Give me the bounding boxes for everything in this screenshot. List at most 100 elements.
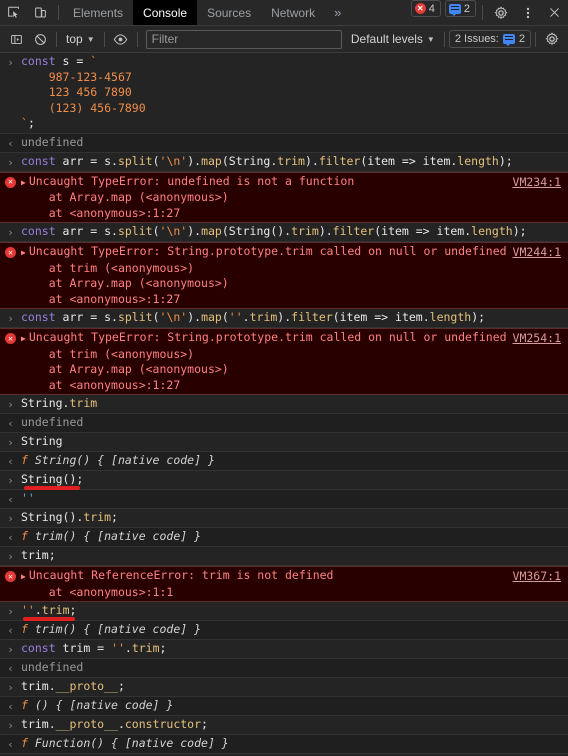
filterbar-divider-1 — [56, 31, 57, 47]
token-plain: ( — [221, 310, 229, 324]
console-row-error[interactable]: ✕ ▶ Uncaught ReferenceError: trim is not d… — [0, 566, 568, 602]
clear-console-icon[interactable] — [28, 28, 52, 50]
source-location-link[interactable]: VM367:1 — [513, 569, 561, 585]
console-row-input[interactable]: › const arr = s.split('\n').map(String.tr… — [0, 152, 568, 172]
token-fn: trim — [41, 603, 70, 617]
console-row-error[interactable]: ✕ ▶ Uncaught TypeError: undefined is not a… — [0, 171, 568, 223]
result-text: undefined — [21, 135, 568, 151]
console-row-input[interactable]: › String.trim — [0, 395, 568, 414]
expand-triangle-icon[interactable]: ▶ — [21, 334, 26, 343]
console-row-output[interactable]: ‹ f () { [native code] } — [0, 697, 568, 716]
console-row-input[interactable]: › ''.trim; — [0, 602, 568, 621]
prompt-arrow-glyph: › — [7, 643, 14, 656]
token-fital: f — [21, 622, 35, 636]
inspect-element-icon[interactable] — [0, 0, 27, 25]
message-count-badge[interactable]: 2 — [444, 0, 476, 17]
token-nativefn: () { [native code] } — [34, 698, 174, 712]
panel-tabs: Elements Console Sources Network — [63, 0, 325, 25]
token-plain: String(); — [21, 472, 84, 486]
source-location-link[interactable]: VM234:1 — [513, 175, 561, 191]
token-plain: ; — [159, 641, 167, 655]
token-plain: String — [21, 434, 63, 448]
filterbar-divider-3 — [136, 31, 138, 47]
error-message-text: ▶ Uncaught TypeError: String.prototype.tr… — [21, 330, 507, 392]
console-row-input[interactable]: › const trim = ''.trim; — [0, 640, 568, 659]
token-fn: filter — [332, 224, 375, 238]
expand-triangle-icon[interactable]: ▶ — [21, 178, 26, 187]
expand-triangle-icon[interactable]: ▶ — [21, 248, 26, 257]
result-text: f trim() { [native code] } — [21, 622, 568, 638]
token-str: '' — [21, 603, 35, 617]
tab-network[interactable]: Network — [261, 0, 325, 25]
prompt-arrow-glyph: › — [7, 605, 14, 618]
console-row-output[interactable]: ‹ f trim() { [native code] } — [0, 621, 568, 640]
console-row-output[interactable]: ‹ undefined — [0, 414, 568, 433]
output-arrow-icon: ‹ — [0, 135, 21, 151]
console-row-input[interactable]: › trim.__proto__.constructor; — [0, 716, 568, 735]
kebab-menu-icon[interactable] — [514, 0, 541, 25]
live-expression-icon[interactable] — [109, 28, 133, 50]
token-fn: length — [429, 310, 472, 324]
console-row-input[interactable]: › trim; — [0, 547, 568, 566]
token-fn: length — [457, 153, 499, 168]
token-fn: split — [117, 224, 153, 238]
console-row-input[interactable]: › String — [0, 433, 568, 452]
tab-console[interactable]: Console — [133, 0, 198, 25]
tabbar-spacer — [350, 0, 408, 25]
token-plain: . — [34, 603, 42, 617]
tab-elements[interactable]: Elements — [63, 0, 133, 25]
input-prompt-icon: › — [0, 472, 21, 488]
input-prompt-icon: › — [0, 548, 21, 564]
error-count-badge[interactable]: ✕ 4 — [410, 0, 441, 17]
token-str: '' — [111, 641, 125, 655]
console-row-input[interactable]: › const arr = s.split('\n').map(''.trim).… — [0, 309, 568, 328]
source-location-link[interactable]: VM244:1 — [513, 245, 561, 261]
console-row-output[interactable]: ‹ undefined — [0, 133, 568, 153]
console-row-input[interactable]: › String(); — [0, 471, 568, 490]
log-levels-selector[interactable]: Default levels ▼ — [346, 32, 440, 46]
console-sidebar-icon[interactable] — [4, 28, 28, 50]
execution-context-selector[interactable]: top ▼ — [61, 29, 100, 49]
filter-input[interactable] — [145, 29, 342, 49]
token-fital: f — [21, 736, 35, 750]
filterbar-divider-5 — [535, 31, 536, 47]
source-location-link[interactable]: VM254:1 — [513, 331, 561, 347]
token-plain: . — [117, 717, 125, 731]
console-row-output[interactable]: ‹ f trim() { [native code] } — [0, 528, 568, 547]
log-levels-label: Default levels — [350, 32, 423, 46]
console-row-error[interactable]: ✕ ▶ Uncaught TypeError: String.prototype.t… — [0, 242, 568, 309]
tab-sources[interactable]: Sources — [197, 0, 261, 25]
console-row-input[interactable]: › const s = ` 987-123-4567 123 456 7890 (… — [0, 53, 568, 134]
console-row-output[interactable]: ‹ '' — [0, 490, 568, 509]
input-prompt-icon: › — [0, 679, 21, 695]
input-expression-text: const arr = s.split('\n').map(''.trim).f… — [21, 310, 568, 326]
prompt-arrow-glyph: › — [7, 719, 14, 732]
output-arrow-icon: ‹ — [0, 736, 21, 752]
token-plain: (String(). — [221, 224, 292, 238]
device-toolbar-icon[interactable] — [27, 0, 54, 25]
gear-icon[interactable] — [487, 0, 514, 25]
prompt-arrow-glyph: › — [7, 474, 14, 487]
token-plain: ; — [117, 679, 125, 693]
close-icon[interactable] — [541, 0, 568, 25]
more-tabs-chevron-icon[interactable]: » — [325, 0, 350, 25]
result-text: '' — [21, 491, 568, 507]
issues-badge[interactable]: 2 Issues: 2 — [448, 30, 531, 48]
console-settings-gear-icon[interactable] — [540, 28, 564, 50]
console-row-input[interactable]: › const arr = s.split('\n').map(String().… — [0, 223, 568, 242]
result-text: undefined — [21, 415, 568, 431]
expand-triangle-icon[interactable]: ▶ — [21, 572, 26, 581]
input-expression-text: const trim = ''.trim; — [21, 641, 568, 657]
token-plain: ; — [69, 603, 77, 617]
console-row-output[interactable]: ‹ f String() { [native code] } — [0, 452, 568, 471]
result-arrow-glyph: ‹ — [7, 531, 14, 544]
console-row-error[interactable]: ✕ ▶ Uncaught TypeError: String.prototype.t… — [0, 328, 568, 395]
token-plain: . — [242, 310, 250, 324]
console-row-output[interactable]: ‹ f Function() { [native code] } — [0, 735, 568, 754]
console-message-list[interactable]: › const s = ` 987-123-4567 123 456 7890 (… — [0, 53, 568, 756]
console-row-input[interactable]: › trim.__proto__; — [0, 678, 568, 697]
console-row-output[interactable]: ‹ undefined — [0, 659, 568, 678]
token-fn: trim — [291, 224, 319, 238]
console-row-input[interactable]: › String().trim; — [0, 509, 568, 528]
input-expression-text: String — [21, 434, 568, 450]
